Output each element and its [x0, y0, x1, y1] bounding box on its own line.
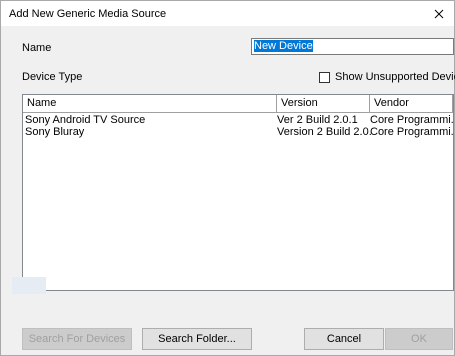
close-button[interactable]: [424, 1, 454, 26]
device-row[interactable]: Sony Bluray Version 2 Build 2.0.1 Core P…: [23, 126, 453, 138]
device-list[interactable]: Name Version Vendor Sony Android TV Sour…: [22, 94, 454, 291]
device-name: Sony Android TV Source: [25, 114, 146, 126]
device-vendor: Core Programmi...: [370, 126, 454, 138]
device-list-header: Name Version Vendor: [23, 95, 453, 113]
name-input-value: New Device: [254, 40, 313, 52]
column-header-version[interactable]: Version: [277, 95, 370, 112]
window-title: Add New Generic Media Source: [9, 8, 167, 20]
close-icon: [434, 9, 444, 18]
search-folder-button[interactable]: Search Folder...: [142, 328, 252, 350]
title-bar: Add New Generic Media Source: [1, 1, 454, 26]
device-vendor: Core Programmi...: [370, 114, 454, 126]
column-header-name[interactable]: Name: [23, 95, 277, 112]
add-media-source-dialog: Add New Generic Media Source Name New De…: [0, 0, 455, 356]
ok-button[interactable]: OK: [385, 328, 453, 350]
search-for-devices-button[interactable]: Search For Devices: [22, 328, 132, 350]
device-name: Sony Bluray: [25, 126, 85, 138]
name-label: Name: [22, 42, 52, 54]
device-type-label: Device Type: [22, 71, 83, 83]
show-unsupported-label: Show Unsupported Devices: [335, 71, 455, 83]
show-unsupported-checkbox[interactable]: [319, 71, 330, 83]
column-header-vendor[interactable]: Vendor: [370, 95, 453, 112]
cancel-button[interactable]: Cancel: [304, 328, 384, 350]
status-indicator: [12, 277, 46, 294]
device-version: Version 2 Build 2.0.1: [277, 126, 371, 138]
device-row[interactable]: Sony Android TV Source Ver 2 Build 2.0.1…: [23, 114, 453, 126]
show-unsupported-option[interactable]: Show Unsupported Devices: [319, 71, 455, 83]
name-input[interactable]: New Device: [251, 38, 454, 55]
device-version: Ver 2 Build 2.0.1: [277, 114, 358, 126]
